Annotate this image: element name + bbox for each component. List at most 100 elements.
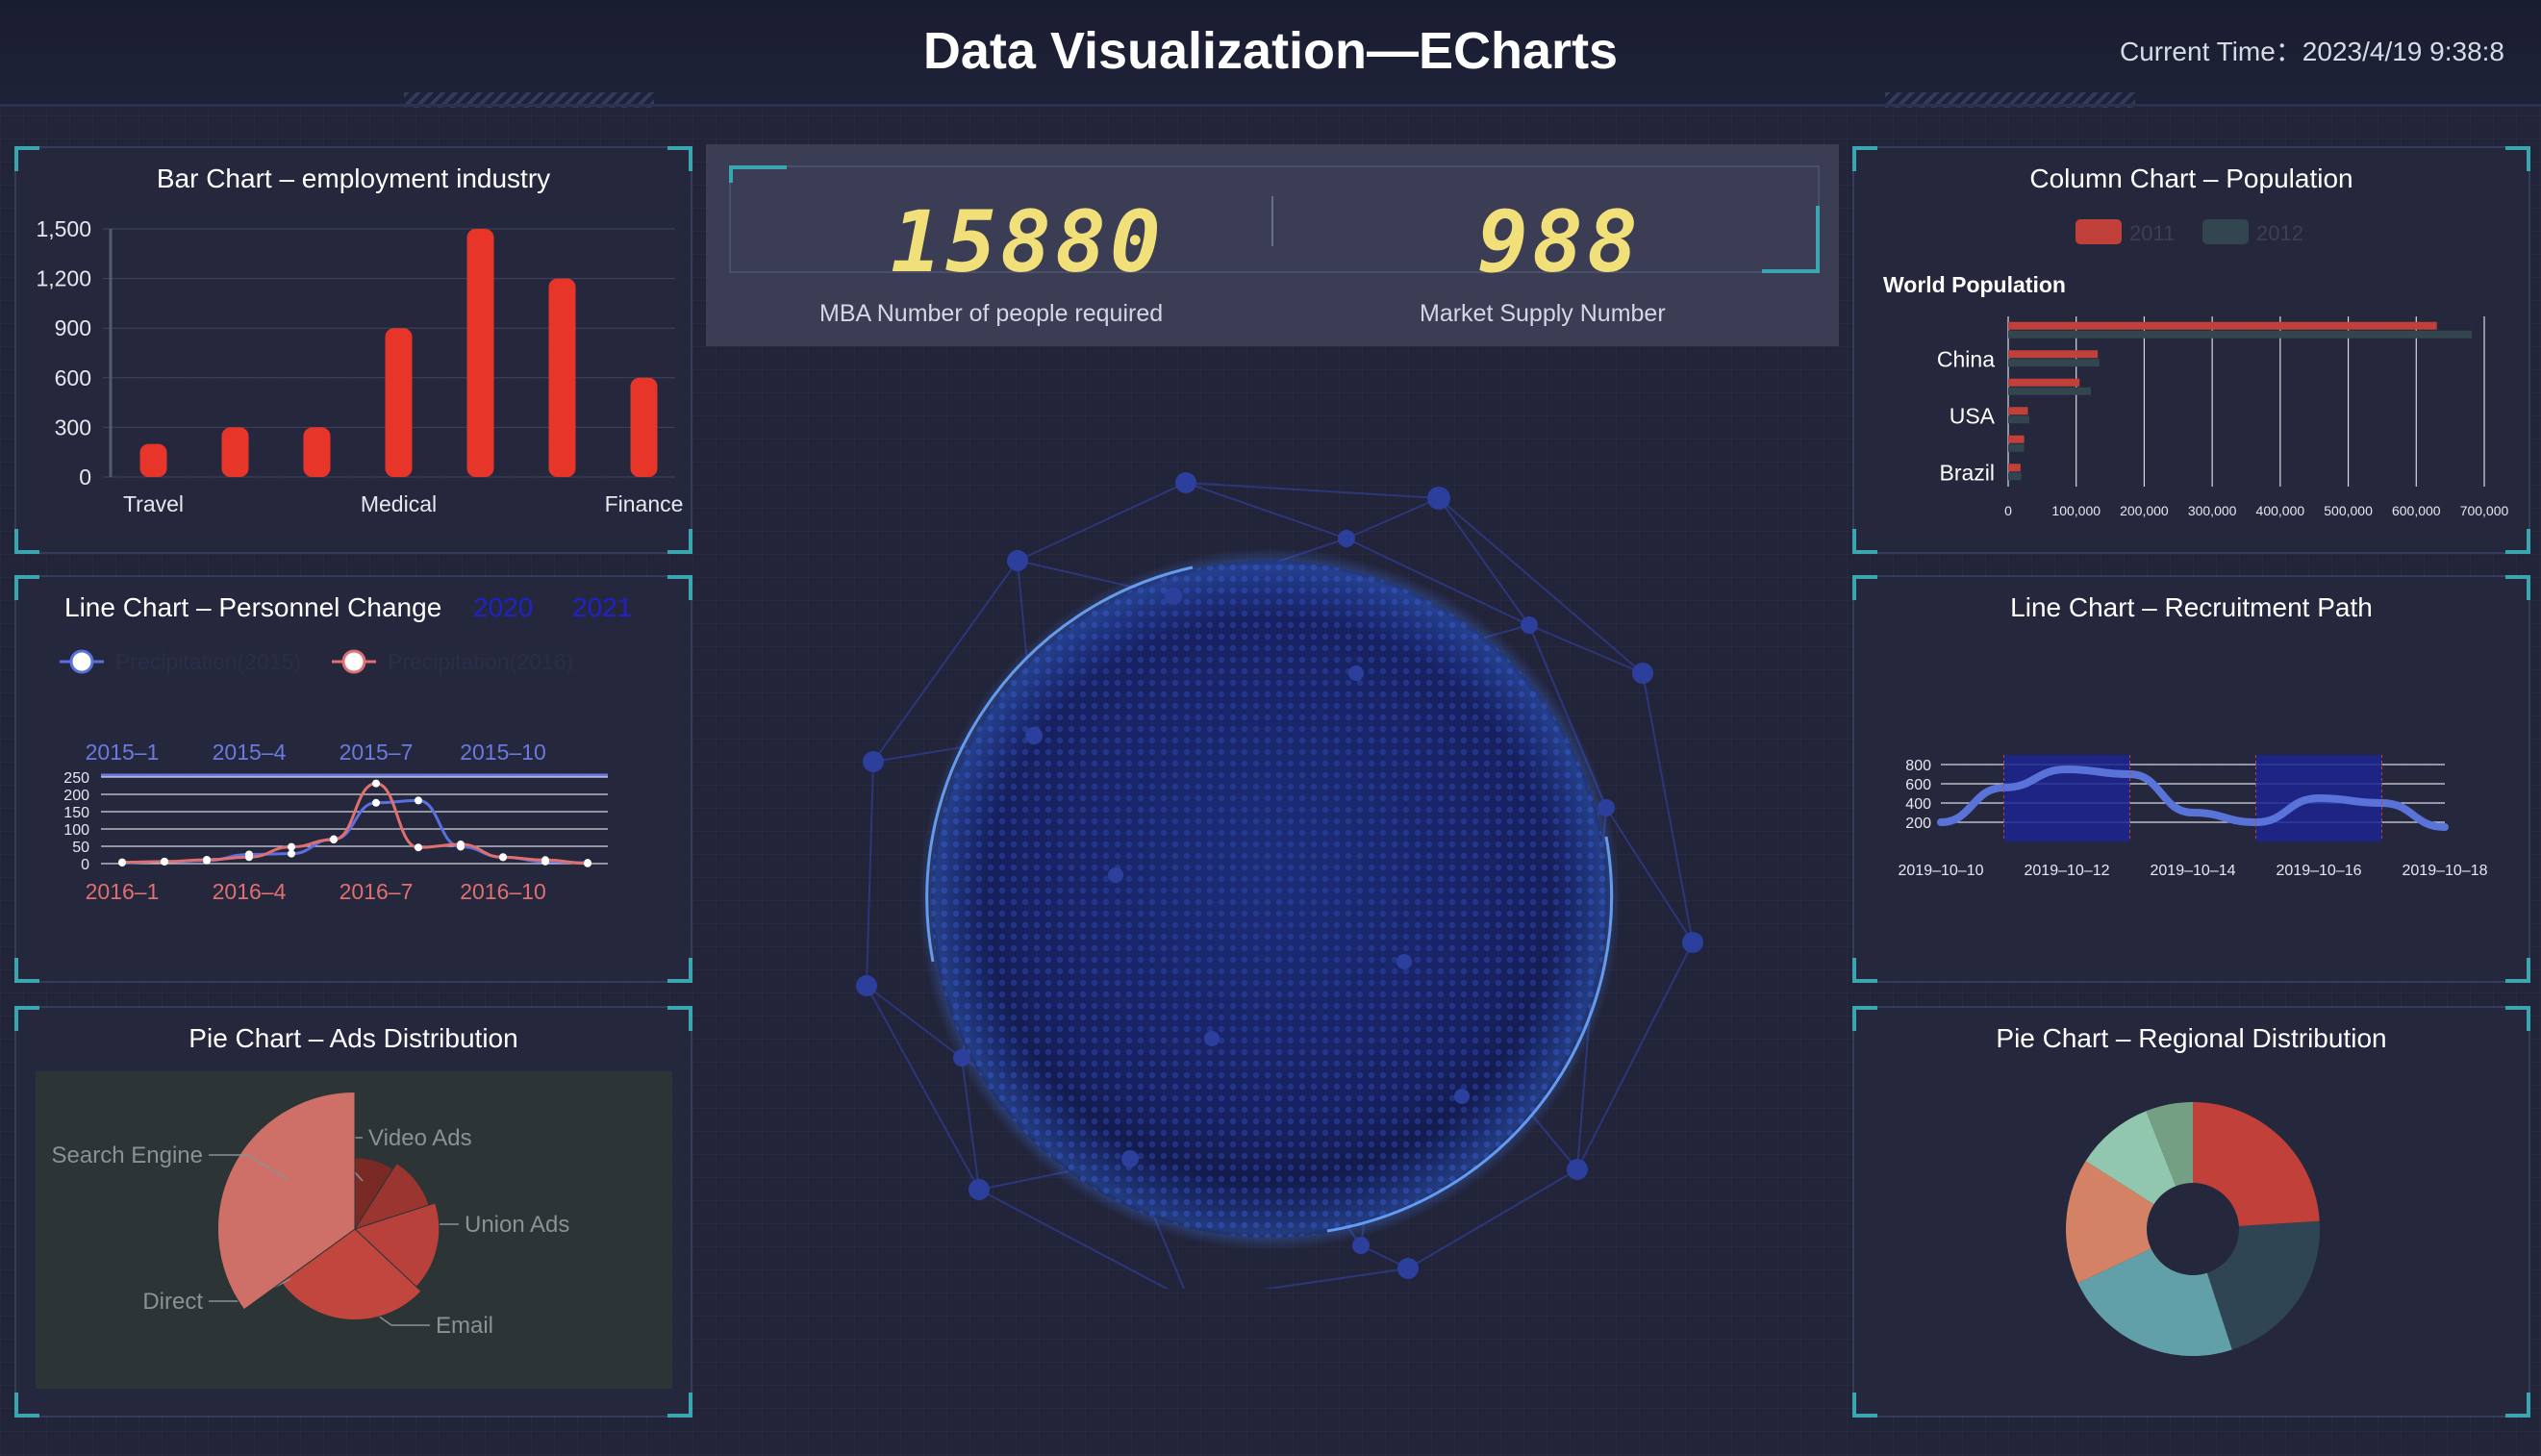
y-tick-label: 200: [63, 788, 89, 804]
y-tick-label: 900: [55, 315, 91, 340]
y-tick-label: 200: [1905, 816, 1931, 832]
data-point: [118, 858, 126, 866]
kpi-divider: [1271, 196, 1273, 246]
x-tick-label: 2019–10–10: [1899, 863, 1984, 879]
slice-label: Direct: [142, 1289, 203, 1315]
x-top-tick-label: 2015–4: [213, 740, 287, 765]
x-tick-label: 400,000: [2256, 503, 2305, 518]
bar: [139, 443, 167, 477]
legend-swatch: [2076, 219, 2122, 244]
y-tick-label: China: [1937, 346, 1995, 371]
data-point: [330, 836, 338, 844]
legend-label: Precipitation(2016): [388, 649, 573, 674]
x-top-tick-label: 2015–7: [340, 740, 414, 765]
column-chart-population: 2011 2012 World Population 0 100,000 200,000 3…: [1883, 219, 2509, 518]
bar: [2008, 443, 2025, 452]
panel-pie-ads: Pie Chart – Ads Distribution Video Ads Un…: [14, 1006, 692, 1418]
chart-subtitle: World Population: [1883, 272, 2066, 297]
line-chart-recruitment: 200 400 600 800 2019–10–10 2019–10–12 2019–10–…: [1899, 755, 2488, 879]
x-tick-label: 2019–10–16: [2277, 863, 2362, 879]
data-point: [499, 853, 507, 862]
x-tick-label: 600,000: [2392, 503, 2441, 518]
data-point: [372, 779, 380, 788]
bar: [2008, 472, 2022, 481]
x-tick-label: 0: [2004, 503, 2012, 518]
y-tick-label: 1,500: [36, 216, 91, 241]
current-time: Current Time：2023/4/19 9:38:8: [2119, 37, 2504, 66]
x-bottom-tick-label: 2016–4: [213, 879, 287, 904]
legend-swatch: [2202, 219, 2249, 244]
header-bar: Data Visualization—ECharts Current Time：…: [0, 0, 2541, 108]
bar: [2008, 359, 2100, 367]
y-tick-label: 150: [63, 805, 89, 821]
x-tick-label: 2019–10–18: [2403, 863, 2488, 879]
x-bottom-tick-label: 2016–1: [86, 879, 160, 904]
legend-label: 2012: [2256, 221, 2303, 245]
y-tick-label: 300: [55, 414, 91, 439]
bar: [2008, 330, 2473, 339]
x-tick-label: 200,000: [2120, 503, 2169, 518]
data-point: [415, 843, 422, 852]
x-bottom-tick-label: 2016–7: [340, 879, 414, 904]
panel-bar-chart: Bar Chart – employment industry 0 300 600 9…: [14, 146, 692, 554]
y-tick-label: 0: [81, 857, 89, 873]
bar: [303, 427, 331, 477]
bar: [2008, 464, 2021, 472]
legend-marker: [341, 649, 366, 674]
y-tick-label: 250: [63, 770, 89, 787]
bar: [2008, 321, 2437, 330]
x-top-tick-label: 2015–10: [460, 740, 546, 765]
x-tick-label: 2019–10–14: [2151, 863, 2236, 879]
y-tick-label: 600: [55, 365, 91, 390]
bar: [2008, 378, 2080, 387]
bar: [221, 427, 249, 477]
header-divider: [0, 104, 2541, 107]
legend-marker: [69, 649, 94, 674]
panel-pie-regional: Pie Chart – Regional Distribution: [1852, 1006, 2530, 1418]
x-tick-label: Travel: [123, 491, 184, 516]
bar: [2008, 387, 2091, 395]
data-point: [288, 849, 295, 858]
bar: [2008, 415, 2029, 424]
y-tick-label: 0: [79, 464, 91, 490]
panel-column-population: Column Chart – Population 2011 2012 World …: [1852, 146, 2530, 554]
bar: [548, 278, 576, 477]
x-tick-label: Medical: [361, 491, 437, 516]
x-tick-label: 2019–10–12: [2025, 863, 2110, 879]
data-point: [541, 856, 549, 865]
y-tick-label: 400: [1905, 796, 1931, 813]
kpi-required-label: MBA Number of people required: [819, 300, 1164, 327]
bar: [2008, 407, 2028, 415]
slice-label: Video Ads: [368, 1125, 472, 1151]
bar: [2008, 350, 2099, 359]
pie-chart-ads: Video Ads Union Ads Email Direct Search Engi…: [52, 1091, 569, 1339]
donut-slice: [2193, 1102, 2320, 1226]
globe-illustration: [856, 472, 1703, 1289]
x-top-tick-label: 2015–1: [86, 740, 160, 765]
panel-line-personnel: Line Chart – Personnel Change 2020 2021 …: [14, 575, 692, 983]
legend-label: 2011: [2129, 221, 2175, 245]
y-tick-label: 1,200: [36, 266, 91, 291]
x-tick-label: Finance: [605, 491, 684, 516]
legend-label: Precipitation(2015): [115, 649, 301, 674]
y-tick-label: 100: [63, 822, 89, 839]
y-tick-label: USA: [1950, 403, 1996, 428]
bar: [630, 377, 658, 477]
data-point: [161, 857, 168, 866]
data-point: [245, 853, 253, 862]
panel-line-recruitment: Line Chart – Recruitment Path 200 400 600 8…: [1852, 575, 2530, 983]
data-point: [457, 841, 465, 849]
data-point: [415, 796, 422, 805]
bar-chart: 0 300 600 900 1,200 1,500 Travel Medical Finance: [36, 216, 684, 516]
slice-label: Email: [436, 1313, 493, 1339]
slice-label: Search Engine: [52, 1142, 203, 1168]
data-point: [584, 859, 591, 867]
y-tick-label: 50: [72, 840, 89, 856]
data-point: [203, 856, 211, 865]
slice-label: Union Ads: [465, 1212, 569, 1238]
bar: [2008, 435, 2025, 443]
y-tick-label: 800: [1905, 758, 1931, 774]
bar: [385, 328, 413, 477]
data-point: [288, 842, 295, 851]
line-chart-personnel: Precipitation(2015) Precipitation(2016) 20…: [60, 649, 608, 904]
